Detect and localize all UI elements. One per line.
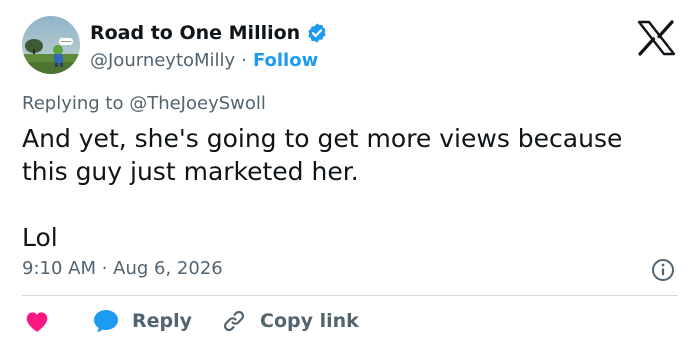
- tweet-text-line: And yet, she's going to get more views b…: [22, 124, 623, 153]
- separator-dot: ·: [241, 49, 247, 71]
- verified-badge-icon: [308, 23, 326, 43]
- info-icon[interactable]: [651, 258, 675, 282]
- like-button[interactable]: [24, 309, 50, 333]
- x-logo-icon[interactable]: [636, 20, 676, 56]
- tweet-text-line: this guy just marketed her.: [22, 157, 359, 186]
- speech-bubble-icon: [94, 310, 118, 333]
- tweet-text-line: Lol: [22, 223, 58, 252]
- link-icon: [223, 310, 245, 332]
- divider: [22, 295, 678, 296]
- heart-icon: [26, 312, 48, 332]
- reply-button[interactable]: Reply: [92, 308, 192, 334]
- author-handle[interactable]: @JourneytoMilly: [90, 50, 235, 71]
- avatar-image: [22, 16, 80, 74]
- author-display-name[interactable]: Road to One Million: [90, 22, 300, 44]
- author-name-row: Road to One Million: [90, 20, 328, 46]
- action-bar: Reply Copy link: [24, 306, 359, 336]
- tweet-card: Road to One Million @JourneytoMilly · Fo…: [0, 0, 700, 348]
- tweet-timestamp[interactable]: 9:10 AM · Aug 6, 2026: [22, 258, 223, 279]
- copy-link-button-label: Copy link: [260, 310, 359, 332]
- replying-to: Replying to @TheJoeySwoll: [22, 93, 266, 114]
- copy-link-button[interactable]: Copy link: [222, 309, 359, 333]
- tweet-text-gap: [22, 188, 672, 221]
- replying-to-prefix: Replying to: [22, 93, 130, 114]
- tweet-text: And yet, she's going to get more views b…: [22, 122, 672, 254]
- replying-to-mention[interactable]: @TheJoeySwoll: [129, 93, 266, 114]
- avatar[interactable]: [22, 16, 80, 74]
- follow-button[interactable]: Follow: [253, 50, 318, 71]
- author-handle-row: @JourneytoMilly · Follow: [90, 48, 318, 72]
- reply-button-label: Reply: [132, 310, 193, 332]
